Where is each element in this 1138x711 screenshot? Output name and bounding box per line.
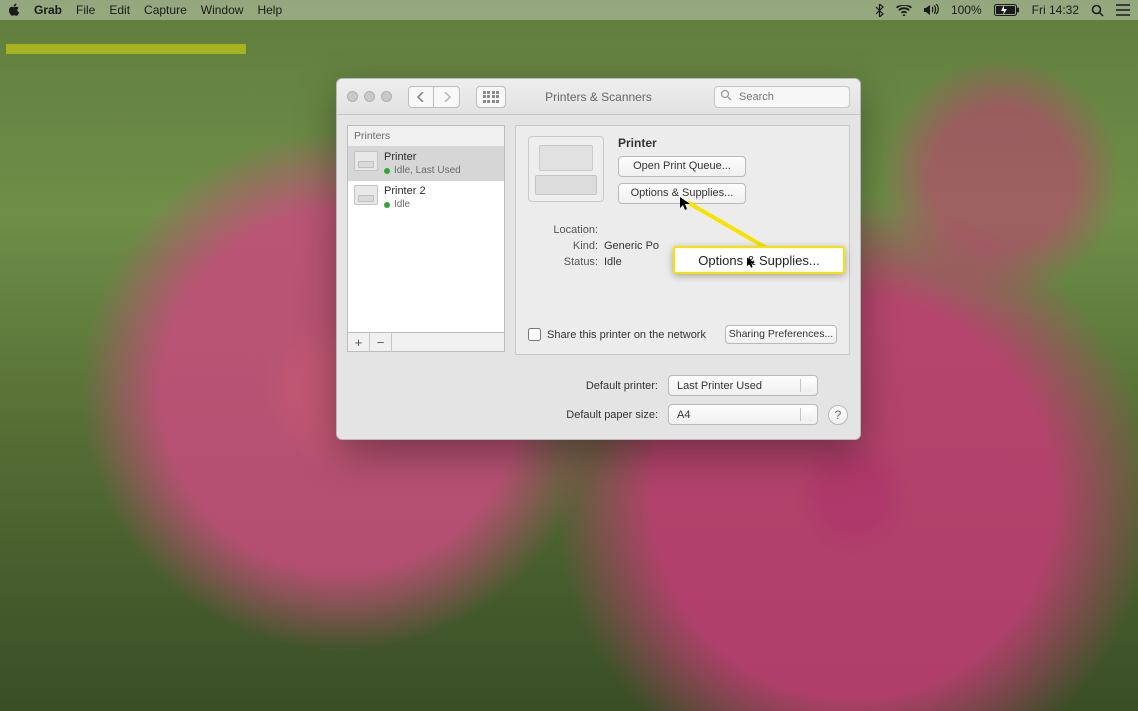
printer-icon	[354, 151, 378, 171]
status-dot-icon	[384, 168, 390, 174]
close-icon[interactable]	[347, 91, 358, 102]
kind-label: Kind:	[528, 240, 598, 252]
status-value: Idle	[604, 256, 622, 268]
share-printer-checkbox[interactable]	[528, 328, 541, 341]
window-traffic-lights[interactable]	[347, 91, 392, 102]
menubar-item-edit[interactable]: Edit	[109, 3, 130, 17]
wifi-icon[interactable]	[896, 5, 912, 16]
zoom-icon[interactable]	[381, 91, 392, 102]
kind-value: Generic Po	[604, 240, 659, 252]
menubar-item-window[interactable]: Window	[201, 3, 244, 17]
printers-list[interactable]: Printers Printer Idle, Last Used Printer…	[347, 125, 505, 333]
menubar-item-file[interactable]: File	[76, 3, 95, 17]
annotation-callout: Options & Supplies...	[673, 246, 845, 274]
window-titlebar[interactable]: Printers & Scanners	[337, 79, 860, 115]
printer-heading: Printer	[618, 136, 837, 150]
nav-forward-button[interactable]	[434, 86, 460, 108]
default-paper-size-label: Default paper size:	[566, 409, 658, 421]
default-printer-popup[interactable]: Last Printer Used ▲▼	[668, 375, 818, 396]
notification-center-icon[interactable]	[1116, 4, 1130, 16]
help-button[interactable]: ?	[828, 405, 848, 425]
chevron-up-down-icon: ▲▼	[803, 378, 811, 394]
printer-icon	[354, 185, 378, 205]
open-print-queue-button[interactable]: Open Print Queue...	[618, 156, 746, 177]
status-dot-icon	[384, 202, 390, 208]
menubar: Grab File Edit Capture Window Help 100% …	[0, 0, 1138, 20]
default-printer-label: Default printer:	[586, 380, 658, 392]
printers-sidebar: Printers Printer Idle, Last Used Printer…	[347, 125, 505, 355]
desktop: Grab File Edit Capture Window Help 100% …	[0, 0, 1138, 711]
cursor-icon	[680, 197, 690, 214]
volume-icon[interactable]	[924, 4, 939, 16]
annotation-text: Options & Supplies...	[698, 253, 819, 268]
printer-name: Printer	[384, 151, 461, 164]
minimize-icon[interactable]	[364, 91, 375, 102]
printer-status: Idle	[394, 198, 410, 211]
sidebar-header: Printers	[348, 126, 504, 147]
sharing-preferences-button[interactable]: Sharing Preferences...	[725, 325, 837, 344]
cursor-icon	[747, 257, 755, 272]
remove-printer-button[interactable]: −	[370, 333, 392, 351]
share-printer-label: Share this printer on the network	[547, 329, 725, 341]
menubar-item-help[interactable]: Help	[257, 3, 282, 17]
add-printer-button[interactable]: +	[348, 333, 370, 351]
default-printer-value: Last Printer Used	[677, 380, 762, 392]
battery-icon[interactable]	[994, 4, 1020, 16]
chevron-up-down-icon: ▲▼	[803, 407, 811, 423]
window-title: Printers & Scanners	[545, 90, 652, 104]
status-label: Status:	[528, 256, 598, 268]
apple-menu-icon[interactable]	[8, 3, 20, 17]
nav-back-button[interactable]	[408, 86, 434, 108]
default-paper-size-value: A4	[677, 409, 690, 421]
search-icon	[720, 89, 732, 104]
printer-large-icon	[528, 136, 604, 202]
default-paper-size-popup[interactable]: A4 ▲▼	[668, 404, 818, 425]
printer-detail-panel: Printer Open Print Queue... Options & Su…	[515, 125, 850, 355]
spotlight-icon[interactable]	[1091, 4, 1104, 17]
search-input[interactable]	[714, 86, 850, 108]
printer-status: Idle, Last Used	[394, 164, 461, 177]
printer-row[interactable]: Printer Idle, Last Used	[348, 147, 504, 181]
show-all-prefs-button[interactable]	[476, 86, 506, 108]
menubar-item-capture[interactable]: Capture	[144, 3, 187, 17]
location-label: Location:	[528, 224, 598, 236]
battery-percent[interactable]: 100%	[951, 3, 982, 17]
printer-name: Printer 2	[384, 185, 426, 198]
menubar-clock[interactable]: Fri 14:32	[1032, 3, 1079, 17]
printer-row[interactable]: Printer 2 Idle	[348, 181, 504, 215]
menubar-app-name[interactable]: Grab	[34, 3, 62, 17]
annotation-strip	[6, 44, 246, 54]
bluetooth-icon[interactable]	[875, 4, 884, 17]
